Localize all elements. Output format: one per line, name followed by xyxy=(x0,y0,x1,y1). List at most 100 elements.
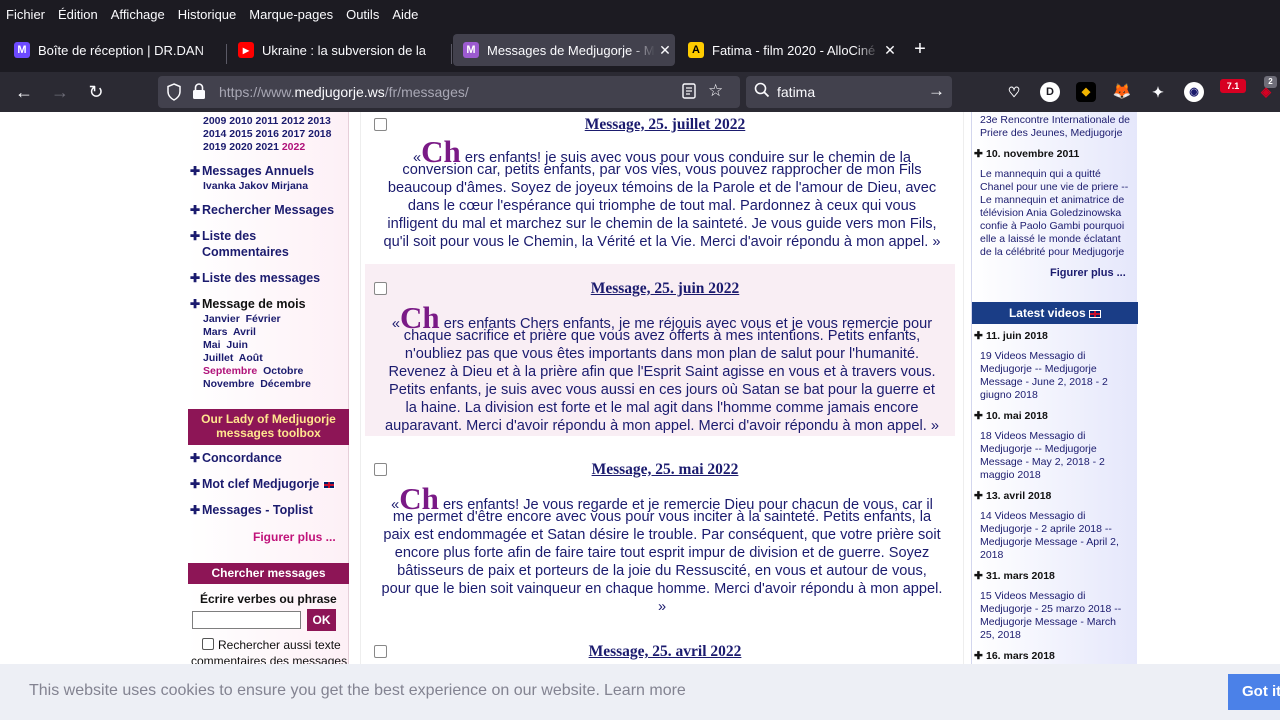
message-title[interactable]: Message, 25. mai 2022 xyxy=(365,461,965,479)
reload-icon[interactable]: ↻ xyxy=(84,80,108,104)
message-block: Message, 25. juin 2022 «Ch ers enfants C… xyxy=(365,264,955,436)
message-title[interactable]: Message, 25. juin 2022 xyxy=(365,280,965,298)
nav-liste-commentaires[interactable]: ✚ Liste des xyxy=(190,229,256,243)
nav-liste-messages[interactable]: ✚ Liste des messages xyxy=(190,271,320,285)
video-date: ✚ 11. juin 2018 xyxy=(974,330,1048,342)
tracking-shield-icon[interactable] xyxy=(166,83,182,104)
profile-avatar[interactable]: D xyxy=(1040,82,1060,102)
metamask-fox-icon[interactable]: 🦊 xyxy=(1112,82,1132,102)
nav-rechercher-messages[interactable]: ✚ Rechercher Messages xyxy=(190,203,334,217)
url-text[interactable]: https://www.medjugorje.ws/fr/messages/ xyxy=(219,84,469,100)
video-date: ✚ 10. mai 2018 xyxy=(974,410,1048,422)
forward-arrow-icon[interactable]: → xyxy=(48,80,72,104)
visionaries-links[interactable]: Ivanka Jakov Mirjana xyxy=(203,180,308,192)
menu-fichier[interactable]: Fichier xyxy=(6,7,45,22)
tab-allocine[interactable]: A Fatima - film 2020 - AlloCiné ✕ xyxy=(678,34,900,66)
video-link[interactable]: 19 Videos Messagio di Medjugorje -- Medju… xyxy=(980,350,1136,402)
medjugorje-site-icon: M xyxy=(463,42,479,58)
search-input[interactable] xyxy=(192,611,301,629)
menu-affichage[interactable]: Affichage xyxy=(111,7,165,22)
nav-concordance[interactable]: ✚ Concordance xyxy=(190,451,282,465)
nav-toplist[interactable]: ✚ Messages - Toplist xyxy=(190,503,313,517)
nav-message-de-mois[interactable]: ✚ Message de mois xyxy=(190,297,306,311)
search-label: Écrire verbes ou phrase xyxy=(200,592,337,606)
extension-eye-icon[interactable]: ◉ xyxy=(1184,82,1204,102)
months-row: Juillet Août xyxy=(203,352,263,364)
tab-medjugorje[interactable]: M Messages de Medjugorje - M ✕ xyxy=(453,34,675,66)
months-row: Septembre Octobre xyxy=(203,365,303,377)
extension-badge[interactable]: 7.1 xyxy=(1220,79,1246,93)
month-link[interactable]: Octobre xyxy=(263,365,303,377)
month-link-current[interactable]: Septembre xyxy=(203,365,257,377)
navigation-toolbar: ← → ↻ https://www.medjugorje.ws/fr/messa… xyxy=(0,72,1280,112)
menu-aide[interactable]: Aide xyxy=(392,7,418,22)
tab-youtube[interactable]: ▶ Ukraine : la subversion de la xyxy=(228,34,450,66)
video-link[interactable]: 15 Videos Messagio di Medjugorje - 25 mar… xyxy=(980,590,1136,642)
message-title[interactable]: Message, 25. juillet 2022 xyxy=(365,116,965,134)
current-year[interactable]: 2022 xyxy=(282,141,305,153)
ok-button[interactable]: OK xyxy=(307,609,336,631)
plus-icon: ✚ xyxy=(190,203,201,217)
news-text[interactable]: Le mannequin qui a quitté Chanel pour une… xyxy=(980,168,1136,259)
month-link[interactable]: Mai xyxy=(203,339,221,351)
video-date: ✚ 13. avril 2018 xyxy=(974,490,1052,502)
lock-icon[interactable] xyxy=(192,82,206,103)
news-text[interactable]: 23e Rencontre Internationale de Priere de… xyxy=(980,114,1136,140)
pocket-icon[interactable]: ♡ xyxy=(1004,82,1024,102)
month-link[interactable]: Juillet xyxy=(203,352,233,364)
month-link[interactable]: Janvier xyxy=(203,313,240,325)
month-link[interactable]: Février xyxy=(246,313,281,325)
menu-edition[interactable]: Édition xyxy=(58,7,98,22)
plus-icon: ✚ xyxy=(190,451,201,465)
search-query[interactable]: fatima xyxy=(777,84,815,100)
chercher-messages-header: Chercher messages xyxy=(188,563,349,584)
search-go-arrow-icon[interactable]: → xyxy=(928,81,945,101)
month-link[interactable]: Avril xyxy=(233,326,256,338)
nav-liste-commentaires-2[interactable]: Commentaires xyxy=(202,245,289,259)
got-it-button[interactable]: Got it xyxy=(1228,674,1280,710)
reader-view-icon[interactable] xyxy=(682,82,696,103)
years-row[interactable]: 2019 2020 2021 2022 xyxy=(203,141,305,153)
message-text: «Ch ers enfants Chers enfants, je me réj… xyxy=(385,300,939,434)
month-link[interactable]: Août xyxy=(239,352,263,364)
figurer-plus-link[interactable]: Figurer plus ... xyxy=(253,530,336,544)
tab-mail[interactable]: M Boîte de réception | DR.DAN xyxy=(4,34,226,66)
message-text: «Ch ers enfants! Je vous regarde et je r… xyxy=(381,481,943,615)
search-comments-checkbox[interactable] xyxy=(202,638,214,650)
uk-flag-icon xyxy=(1089,309,1102,318)
learn-more-link[interactable]: Learn more xyxy=(604,682,686,700)
month-link[interactable]: Mars xyxy=(203,326,228,338)
plus-icon: ✚ xyxy=(974,570,983,582)
menu-outils[interactable]: Outils xyxy=(346,7,379,22)
cookie-consent-bar: This website uses cookies to ensure you … xyxy=(0,664,1280,720)
url-bar[interactable]: https://www.medjugorje.ws/fr/messages/ ☆ xyxy=(158,76,740,108)
tab-label: Boîte de réception | DR.DAN xyxy=(38,42,204,58)
years-row[interactable]: 2009 2010 2011 2012 2013 xyxy=(203,115,331,127)
extension-binance-icon[interactable]: ◆ xyxy=(1076,82,1096,102)
month-link[interactable]: Novembre xyxy=(203,378,254,390)
menu-historique[interactable]: Historique xyxy=(178,7,237,22)
video-link[interactable]: 18 Videos Messagio di Medjugorje -- Medju… xyxy=(980,430,1136,482)
menu-marque-pages[interactable]: Marque-pages xyxy=(249,7,333,22)
tab-label: Ukraine : la subversion de la xyxy=(262,42,427,58)
latest-videos-header: Latest videos xyxy=(972,302,1138,324)
month-link[interactable]: Décembre xyxy=(260,378,311,390)
message-block: Message, 25. mai 2022 «Ch ers enfants! J… xyxy=(365,445,955,617)
video-link[interactable]: 14 Videos Messagio di Medjugorje - 2 apri… xyxy=(980,510,1136,562)
video-date: ✚ 31. mars 2018 xyxy=(974,570,1055,582)
close-tab-icon[interactable]: ✕ xyxy=(880,42,900,59)
nav-mot-clef[interactable]: ✚ Mot clef Medjugorje xyxy=(190,477,335,491)
bookmark-star-icon[interactable]: ☆ xyxy=(708,81,723,101)
search-bar[interactable]: fatima → xyxy=(746,76,952,108)
extension-puzzle-icon[interactable]: ✦ xyxy=(1148,82,1168,102)
news-date: ✚ 10. novembre 2011 xyxy=(974,148,1080,160)
new-tab-button[interactable]: + xyxy=(908,37,932,61)
nav-messages-annuels[interactable]: ✚ Messages Annuels xyxy=(190,164,314,178)
plus-icon: ✚ xyxy=(974,410,983,422)
close-tab-icon[interactable]: ✕ xyxy=(655,42,675,59)
years-row[interactable]: 2014 2015 2016 2017 2018 xyxy=(203,128,331,140)
back-arrow-icon[interactable]: ← xyxy=(12,80,36,104)
figurer-plus-link[interactable]: Figurer plus ... xyxy=(1050,267,1126,279)
month-link[interactable]: Juin xyxy=(226,339,248,351)
message-title[interactable]: Message, 25. avril 2022 xyxy=(365,643,965,661)
